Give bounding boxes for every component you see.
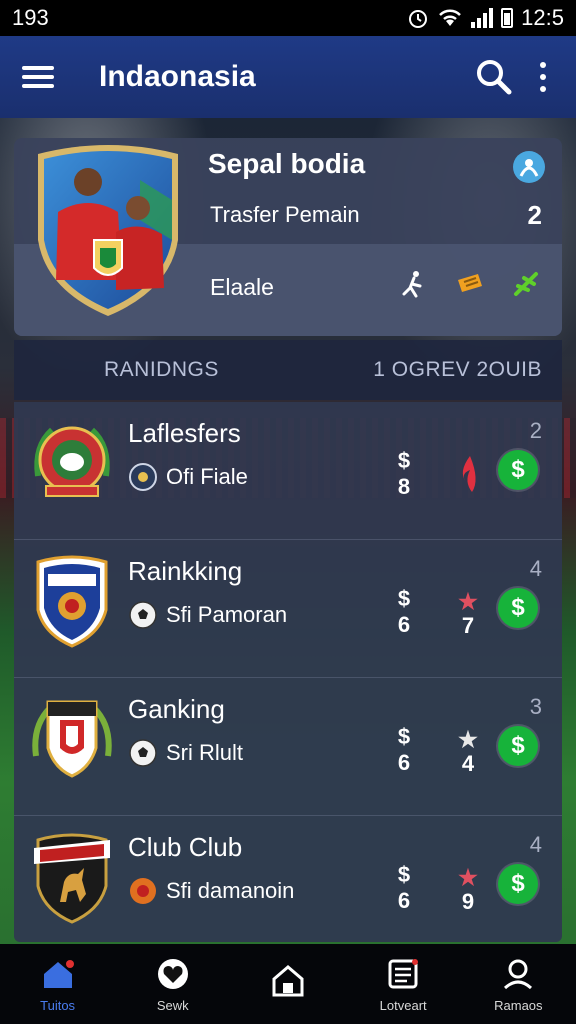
club-rank: 2 — [529, 418, 542, 443]
more-options-icon[interactable] — [538, 62, 548, 92]
rankings-season: 1 OGREV 2OUIB — [373, 358, 542, 381]
club-stats: $ 6 — [394, 862, 414, 914]
club-meta: Sri Rlult — [128, 738, 243, 768]
featured-label: Elaale — [210, 274, 274, 300]
nav-item-stadium[interactable] — [238, 963, 338, 1005]
menu-icon[interactable] — [22, 66, 54, 88]
featured-subtitle: Trasfer Pemain — [210, 202, 360, 227]
club-stats: $ 6 — [394, 586, 414, 638]
club-crest-horse-icon — [34, 833, 110, 924]
club-meta: Sfi Pamoran — [128, 600, 287, 630]
star-icon: ★ — [458, 865, 478, 890]
club-row[interactable]: Laflesfers Ofi Fiale 2 $ 8 $ — [14, 402, 562, 540]
app-bar: Indaonasia — [0, 36, 576, 118]
club-name: Rainkking — [128, 556, 243, 586]
player-kick-icon[interactable] — [398, 268, 430, 300]
club-crest-laurel-icon — [32, 700, 112, 778]
club-stat-top: $ — [397, 586, 411, 611]
home-icon — [43, 959, 74, 988]
status-icons: 12:5 — [407, 5, 564, 31]
club-row[interactable]: Club Club Sfi damanoin 4 $ 6 ★ 9 $ — [14, 816, 562, 954]
featured-club-card[interactable]: Sepal bodia Trasfer Pemain 2 Elaale — [14, 138, 562, 336]
club-stat-bottom: 6 — [397, 888, 411, 913]
club-badge-icon — [129, 463, 157, 491]
nav-label: Sewk — [156, 997, 189, 1013]
user-icon — [504, 959, 533, 989]
club-trend: ★ 4 — [454, 727, 482, 776]
club-name: Laflesfers — [128, 418, 241, 448]
club-meta-text: Sri Rlult — [166, 740, 244, 765]
nav-label: Lotveart — [379, 997, 427, 1013]
club-trend-value: 4 — [461, 751, 475, 776]
wifi-icon — [439, 9, 462, 26]
buy-button[interactable]: $ — [498, 450, 538, 490]
club-meta: Ofi Fiale — [128, 462, 248, 492]
club-meta-text: Sfi Pamoran — [166, 602, 288, 627]
featured-action-icons — [398, 268, 542, 300]
status-bar: 193 12:5 — [0, 0, 576, 36]
nav-label: Tuitos — [40, 997, 76, 1013]
club-trend-value: 9 — [461, 889, 475, 914]
tactics-icon[interactable] — [510, 268, 542, 300]
club-row[interactable]: Rainkking Sfi Pamoran 4 $ 6 ★ 7 $ — [14, 540, 562, 678]
club-stat-top: $ — [397, 724, 411, 749]
club-stats: $ 6 — [394, 724, 414, 776]
club-stat-bottom: 6 — [397, 750, 411, 775]
club-name: Ganking — [128, 694, 225, 724]
signal-icon — [471, 8, 494, 28]
heart-shield-icon — [157, 958, 188, 989]
club-stats: $ 8 — [394, 448, 414, 500]
club-rank: 4 — [529, 556, 542, 581]
nav-item-list[interactable]: Lotveart — [353, 956, 453, 1013]
list-icon — [388, 958, 419, 988]
nav-item-profile[interactable]: Ramaos — [468, 956, 568, 1013]
app-title: Indaonasia — [99, 60, 256, 93]
status-time-left: 193 — [12, 5, 49, 30]
nav-label: Ramaos — [494, 997, 543, 1013]
rankings-header: RANIDNGS 1 OGREV 2OUIB — [14, 340, 562, 400]
club-rank: 3 — [529, 694, 542, 719]
nav-item-home[interactable]: Tuitos — [8, 956, 108, 1013]
house-outline-icon — [272, 965, 304, 997]
club-row[interactable]: Ganking Sri Rlult 3 $ 6 ★ 4 $ — [14, 678, 562, 816]
nav-item-favorites[interactable]: Sewk — [123, 956, 223, 1013]
soccer-ball-icon — [129, 601, 157, 629]
club-crest-laurel-icon — [34, 426, 110, 497]
buy-button[interactable]: $ — [498, 726, 538, 766]
star-icon: ★ — [458, 727, 478, 752]
club-badge-icon — [130, 878, 156, 904]
club-name: Club Club — [128, 832, 243, 862]
club-stat-bottom: 6 — [397, 612, 411, 637]
star-icon: ★ — [458, 589, 478, 614]
club-shield-players-image — [38, 145, 178, 316]
club-stat-top: $ — [397, 862, 411, 887]
alarm-icon — [409, 10, 428, 28]
rankings-title: RANIDNGS — [104, 358, 219, 381]
status-time-right: 12:5 — [521, 5, 564, 30]
club-rank: 4 — [529, 832, 542, 857]
soccer-ball-icon — [129, 739, 157, 767]
buy-button[interactable]: $ — [498, 864, 538, 904]
flame-icon — [462, 456, 476, 492]
club-stat-bottom: 8 — [397, 474, 411, 499]
share-icon[interactable] — [512, 150, 546, 184]
club-list: Laflesfers Ofi Fiale 2 $ 8 $ Rainkking S… — [14, 402, 562, 942]
buy-button[interactable]: $ — [498, 588, 538, 628]
ticket-icon[interactable] — [454, 268, 486, 300]
club-crest-shield-icon — [36, 555, 108, 648]
club-meta-text: Ofi Fiale — [166, 464, 248, 489]
club-trend: ★ 7 — [454, 589, 482, 638]
club-meta: Sfi damanoin — [128, 876, 294, 906]
club-stat-top: $ — [397, 448, 411, 473]
battery-icon — [501, 8, 514, 28]
featured-count: 2 — [527, 200, 542, 230]
club-trend-value: 7 — [461, 613, 475, 638]
featured-club-name: Sepal bodia — [208, 148, 366, 179]
bottom-navigation: Tuitos Sewk Lotveart Ramaos — [0, 944, 576, 1024]
search-icon[interactable] — [474, 57, 514, 97]
club-meta-text: Sfi damanoin — [166, 878, 295, 903]
club-trend: ★ 9 — [454, 865, 482, 914]
